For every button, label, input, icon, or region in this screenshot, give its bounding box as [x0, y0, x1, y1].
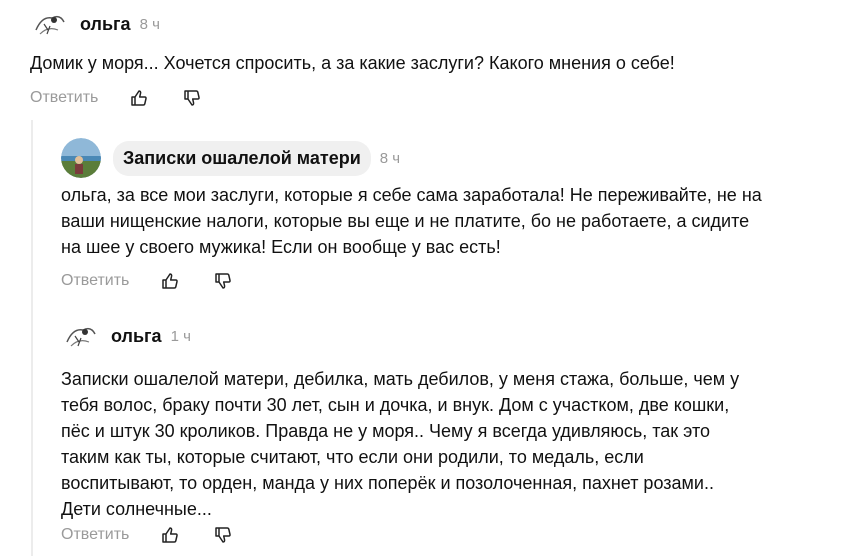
comment-actions: Ответить: [61, 271, 233, 291]
author-name[interactable]: ольга: [111, 326, 162, 347]
timestamp: 8 ч: [139, 15, 160, 33]
reply-button[interactable]: Ответить: [30, 89, 98, 107]
timestamp: 1 ч: [170, 327, 191, 345]
photo-avatar-icon: [61, 138, 101, 178]
comment-header: Записки ошалелой матери 8 ч: [61, 138, 400, 178]
author-name[interactable]: ольга: [80, 14, 131, 35]
comment-header: ольга 8 ч: [30, 4, 160, 44]
comment-text: ольга, за все мои заслуги, которые я себ…: [61, 185, 762, 257]
reply-button[interactable]: Ответить: [61, 526, 129, 544]
avatar[interactable]: [30, 4, 70, 44]
author-name[interactable]: Записки ошалелой матери: [113, 140, 371, 176]
comment-actions: Ответить: [30, 88, 202, 108]
comment-header: ольга 1 ч: [61, 316, 191, 356]
comment-actions: Ответить: [61, 525, 233, 545]
thumbs-down-icon[interactable]: [182, 88, 202, 108]
thumbs-up-icon[interactable]: [129, 88, 149, 108]
reply-button[interactable]: Ответить: [61, 272, 129, 290]
thumbs-up-icon[interactable]: [160, 271, 180, 291]
thread-line: [31, 120, 33, 556]
avatar[interactable]: [61, 138, 101, 178]
timestamp: 8 ч: [379, 149, 401, 167]
sketch-avatar-icon: [30, 4, 70, 44]
thumbs-down-icon[interactable]: [213, 525, 233, 545]
thumbs-up-icon[interactable]: [160, 525, 180, 545]
comment-text: Домик у моря... Хочется спросить, а за к…: [30, 53, 675, 73]
comment-text: Записки ошалелой матери, дебилка, мать д…: [61, 369, 740, 519]
thumbs-down-icon[interactable]: [213, 271, 233, 291]
sketch-avatar-icon: [61, 316, 101, 356]
avatar[interactable]: [61, 316, 101, 356]
